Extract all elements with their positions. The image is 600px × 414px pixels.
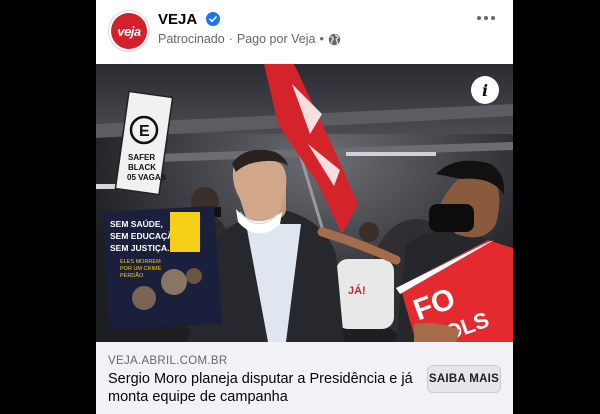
svg-text:SEM SAÚDE,: SEM SAÚDE,: [110, 218, 163, 229]
svg-text:SEM JUSTIÇA.: SEM JUSTIÇA.: [110, 243, 170, 253]
paid-by-label[interactable]: Pago por Veja: [237, 32, 316, 46]
sponsored-label[interactable]: Patrocinado: [158, 32, 225, 46]
link-headline[interactable]: Sergio Moro planeja disputar a Presidênc…: [108, 370, 413, 406]
meta-separator: •: [319, 32, 324, 46]
link-domain: VEJA.ABRIL.COM.BR: [108, 355, 228, 367]
shirt-text: JÁ!: [348, 284, 366, 297]
link-preview[interactable]: VEJA.ABRIL.COM.BR Sergio Moro planeja di…: [96, 342, 513, 414]
protest-photo: JÁ! E SAFER BLACK 05 VAGAS SEM SAÚDE, SE…: [96, 64, 513, 342]
info-icon[interactable]: i: [471, 76, 499, 104]
post-meta: Patrocinado · Pago por Veja •: [158, 32, 341, 46]
svg-text:E: E: [139, 123, 150, 140]
svg-text:POR UM CRIME: POR UM CRIME: [120, 266, 162, 272]
more-options-icon[interactable]: [477, 16, 495, 20]
svg-text:SAFER: SAFER: [128, 153, 155, 162]
veja-logo: veja: [111, 13, 147, 49]
svg-text:PERDÃO: PERDÃO: [120, 272, 144, 279]
sponsored-post: veja VEJA Patrocinado · Pago por Veja •: [96, 0, 513, 414]
verified-badge-icon: [206, 12, 220, 26]
globe-icon[interactable]: [328, 33, 341, 46]
protest-sign: SEM SAÚDE, SEM EDUCAÇÃO, SEM JUSTIÇA. EL…: [102, 206, 222, 330]
page-avatar[interactable]: veja: [108, 10, 150, 52]
svg-text:ELES MORREM: ELES MORREM: [120, 259, 161, 265]
post-photo[interactable]: JÁ! E SAFER BLACK 05 VAGAS SEM SAÚDE, SE…: [96, 64, 513, 342]
page-name[interactable]: VEJA: [158, 11, 197, 28]
meta-separator: ·: [228, 32, 233, 46]
post-header: veja VEJA Patrocinado · Pago por Veja •: [96, 0, 513, 64]
svg-text:05 VAGAS: 05 VAGAS: [127, 173, 167, 182]
svg-text:BLACK: BLACK: [128, 163, 156, 172]
saiba-mais-button[interactable]: SAIBA MAIS: [427, 365, 501, 393]
